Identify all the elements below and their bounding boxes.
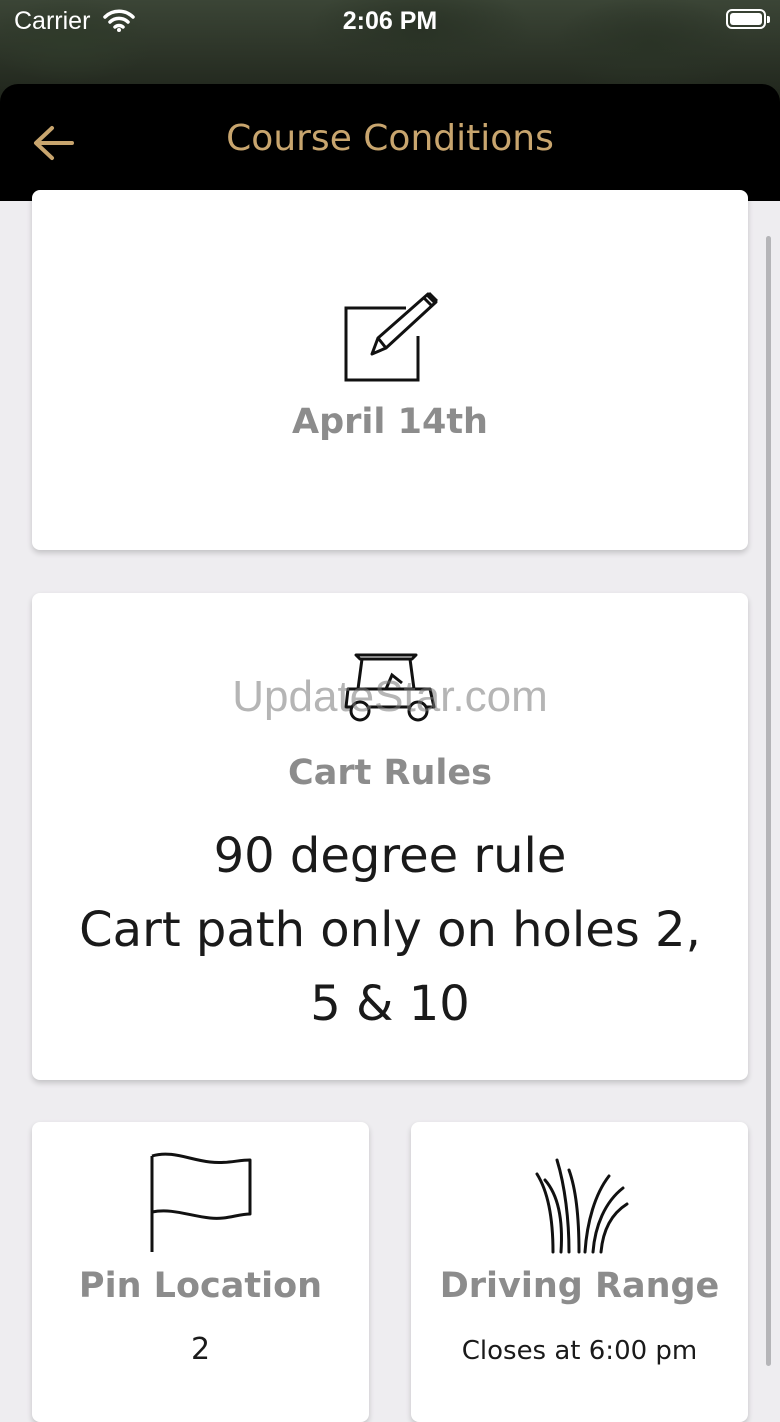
pin-location-value: 2 [190,1332,211,1367]
golf-cart-icon [344,653,436,722]
pin-location-card: Pin Location 2 [32,1122,369,1422]
pin-location-label: Pin Location [78,1266,323,1306]
grass-icon [535,1158,629,1254]
cart-rule-line: Cart path only on holes 2, [79,902,701,958]
cart-rule-line: 90 degree rule [213,828,567,884]
date-label: April 14th [292,402,488,442]
date-card: April 14th [32,190,748,550]
status-time: 2:06 PM [342,7,438,35]
cart-rules-label: Cart Rules [288,753,492,793]
driving-range-label: Driving Range [439,1266,720,1306]
battery-icon [726,9,770,29]
page-title: Course Conditions [226,118,554,159]
flag-icon [150,1152,252,1252]
driving-range-value: Closes at 6:00 pm [461,1336,698,1366]
scrollbar[interactable] [766,236,771,1366]
cart-rules-text: 90 degree rule Cart path only on holes 2… [32,819,748,1041]
edit-note-icon [344,292,438,382]
cart-rules-card: Cart Rules 90 degree rule Cart path only… [32,593,748,1080]
navigation-bar: Course Conditions [0,84,780,201]
status-bar: Carrier 2:06 PM [0,0,780,44]
driving-range-card: Driving Range Closes at 6:00 pm [411,1122,748,1422]
cart-rule-line: 5 & 10 [310,976,470,1032]
